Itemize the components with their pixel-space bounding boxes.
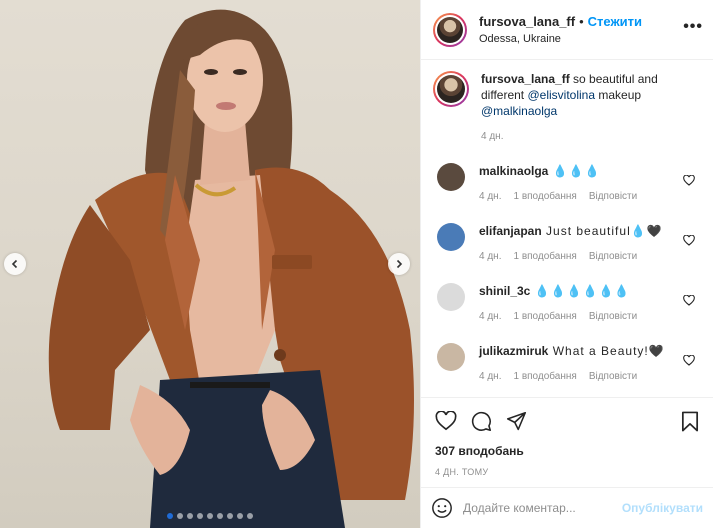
reply-button[interactable]: Відповісти [589,249,637,265]
comment-text: Just beautiful💧🖤 [541,224,663,238]
likes-count[interactable]: 307 вподобань [435,444,699,458]
publish-button[interactable]: Опублікувати [622,501,703,515]
comment-input[interactable] [463,501,622,515]
separator-dot: • [579,14,584,29]
post-timestamp[interactable]: 4 ДН. ТОМУ [435,467,699,477]
commenter-username[interactable]: shinil_3c [479,284,530,298]
post-location[interactable]: Odessa, Ukraine [479,33,683,45]
more-options-icon[interactable]: ••• [683,18,703,42]
commenter-username[interactable]: julikazmiruk [479,344,548,358]
comment-age[interactable]: 4 дн. [479,189,501,205]
caption-mention-malkinaolga[interactable]: @malkinaolga [481,104,557,118]
comment-item: elifanjapan Just beautiful💧🖤 4 дн. 1 вподо… [433,223,701,265]
previous-slide-button[interactable] [4,253,26,275]
commenter-avatar[interactable] [437,163,465,191]
share-icon[interactable] [506,411,527,432]
caption-age[interactable]: 4 дн. [481,129,503,145]
next-slide-button[interactable] [388,253,410,275]
comment-item: malkinaolga 💧💧💧 4 дн. 1 вподобання Відповіс… [433,163,701,205]
comment-heart-icon[interactable] [683,295,695,306]
comment-likes[interactable]: 1 вподобання [513,309,576,325]
reply-button[interactable]: Відповісти [589,309,637,325]
add-comment-bar: Опублікувати [421,487,713,528]
commenter-avatar[interactable] [437,283,465,311]
author-avatar[interactable] [433,12,467,47]
follow-button[interactable]: Стежити [588,14,642,29]
reply-button[interactable]: Відповісти [589,369,637,385]
emoji-icon[interactable] [431,497,453,519]
comment-age[interactable]: 4 дн. [479,249,501,265]
commenter-avatar[interactable] [437,223,465,251]
post-caption: fursova_lana_ff so beautiful and differe… [433,71,701,145]
post-photo[interactable] [0,0,420,528]
comment-age[interactable]: 4 дн. [479,309,501,325]
carousel-dot [207,513,213,519]
chevron-right-icon [396,259,403,269]
caption-author[interactable]: fursova_lana_ff [481,72,570,86]
carousel-indicator [0,513,420,519]
comment-icon[interactable] [471,411,492,432]
caption-mention-elisvitolina[interactable]: @elisvitolina [527,88,595,102]
chevron-left-icon [11,259,18,269]
carousel-dot [197,513,203,519]
comment-item: julikazmiruk What a Beauty!🖤 4 дн. 1 вподо… [433,343,701,385]
carousel-dot [217,513,223,519]
author-username[interactable]: fursova_lana_ff [479,14,575,29]
carousel-dot [237,513,243,519]
portrait-illustration [48,9,414,528]
comments-list: fursova_lana_ff so beautiful and differe… [421,61,713,395]
carousel-dot [187,513,193,519]
post-sidebar: fursova_lana_ff • Стежити Odessa, Ukrain… [420,0,713,528]
comment-heart-icon[interactable] [683,355,695,366]
carousel-dot [167,513,173,519]
comment-item: shinil_3c 💧💧💧💧💧💧 4 дн. 1 вподобання Відпові… [433,283,701,325]
bookmark-icon[interactable] [681,411,699,432]
comment-likes[interactable]: 1 вподобання [513,189,576,205]
comment-likes[interactable]: 1 вподобання [513,249,576,265]
caption-author-avatar[interactable] [433,71,469,107]
carousel-dot [247,513,253,519]
commenter-username[interactable]: elifanjapan [479,224,542,238]
comment-likes[interactable]: 1 вподобання [513,369,576,385]
commenter-username[interactable]: malkinaolga [479,164,548,178]
comment-text: 💧💧💧💧💧💧 [530,284,631,298]
post-header: fursova_lana_ff • Стежити Odessa, Ukrain… [421,0,713,60]
heart-icon[interactable] [435,411,457,431]
post-modal: fursova_lana_ff • Стежити Odessa, Ukrain… [0,0,713,528]
caption-text-2: makeup [595,88,642,102]
carousel-dot [227,513,233,519]
carousel-dot [177,513,183,519]
comment-text: What a Beauty!🖤 [548,344,665,358]
commenter-avatar[interactable] [437,343,465,371]
post-actions: 307 вподобань 4 ДН. ТОМУ [421,397,713,477]
reply-button[interactable]: Відповісти [589,189,637,205]
comment-age[interactable]: 4 дн. [479,369,501,385]
comment-heart-icon[interactable] [683,235,695,246]
comment-text: 💧💧💧 [548,164,601,178]
comment-heart-icon[interactable] [683,175,695,186]
